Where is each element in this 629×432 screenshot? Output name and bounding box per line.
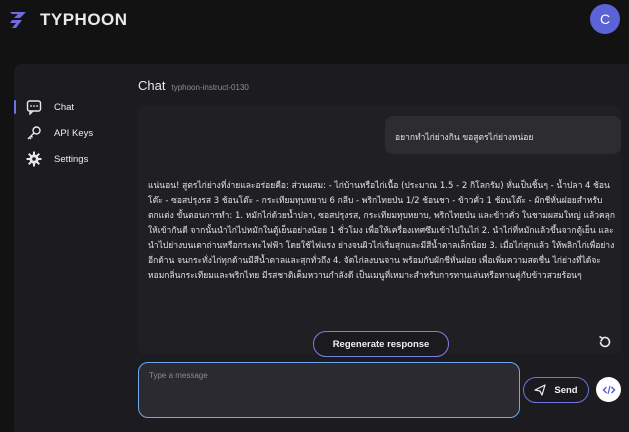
model-name: typhoon-instruct-0130 [171,83,249,92]
sidebar: Chat API Keys Settings [14,94,124,172]
send-button[interactable]: Send [523,377,589,403]
refresh-icon[interactable] [597,334,613,350]
gear-icon [26,151,42,167]
sidebar-item-label: Settings [54,153,89,165]
user-message: อยากทำไก่ย่างกิน ขอสูตรไก่ย่างหน่อย [385,116,621,154]
sidebar-item-api-keys[interactable]: API Keys [14,120,124,146]
sidebar-item-chat[interactable]: Chat [14,94,124,120]
sidebar-item-label: Chat [54,101,75,113]
page-title: Chat [138,78,166,93]
send-icon [534,384,546,396]
chat-header: Chat typhoon-instruct-0130 [138,78,249,93]
avatar[interactable]: C [590,4,620,34]
code-icon [601,385,616,394]
send-label: Send [554,384,578,396]
message-list: อยากทำไก่ย่างกิน ขอสูตรไก่ย่างหน่อย แน่น… [138,106,621,357]
key-icon [26,125,42,141]
message-input[interactable] [138,362,520,418]
brand-name: TYPHOON [40,10,128,29]
top-bar: TYPHOON C [0,0,629,40]
main-panel: Chat API Keys Settings Chat typhoon-inst… [14,64,629,432]
chat-icon [26,99,42,115]
sidebar-item-settings[interactable]: Settings [14,146,124,172]
sidebar-item-label: API Keys [54,127,94,139]
assistant-message: แน่นอน! สูตรไก่ย่างที่ง่ายและอร่อยคือ: ส… [148,181,616,281]
code-button[interactable] [596,377,621,402]
typhoon-logo-icon[interactable] [6,7,32,33]
regenerate-button[interactable]: Regenerate response [313,331,449,357]
